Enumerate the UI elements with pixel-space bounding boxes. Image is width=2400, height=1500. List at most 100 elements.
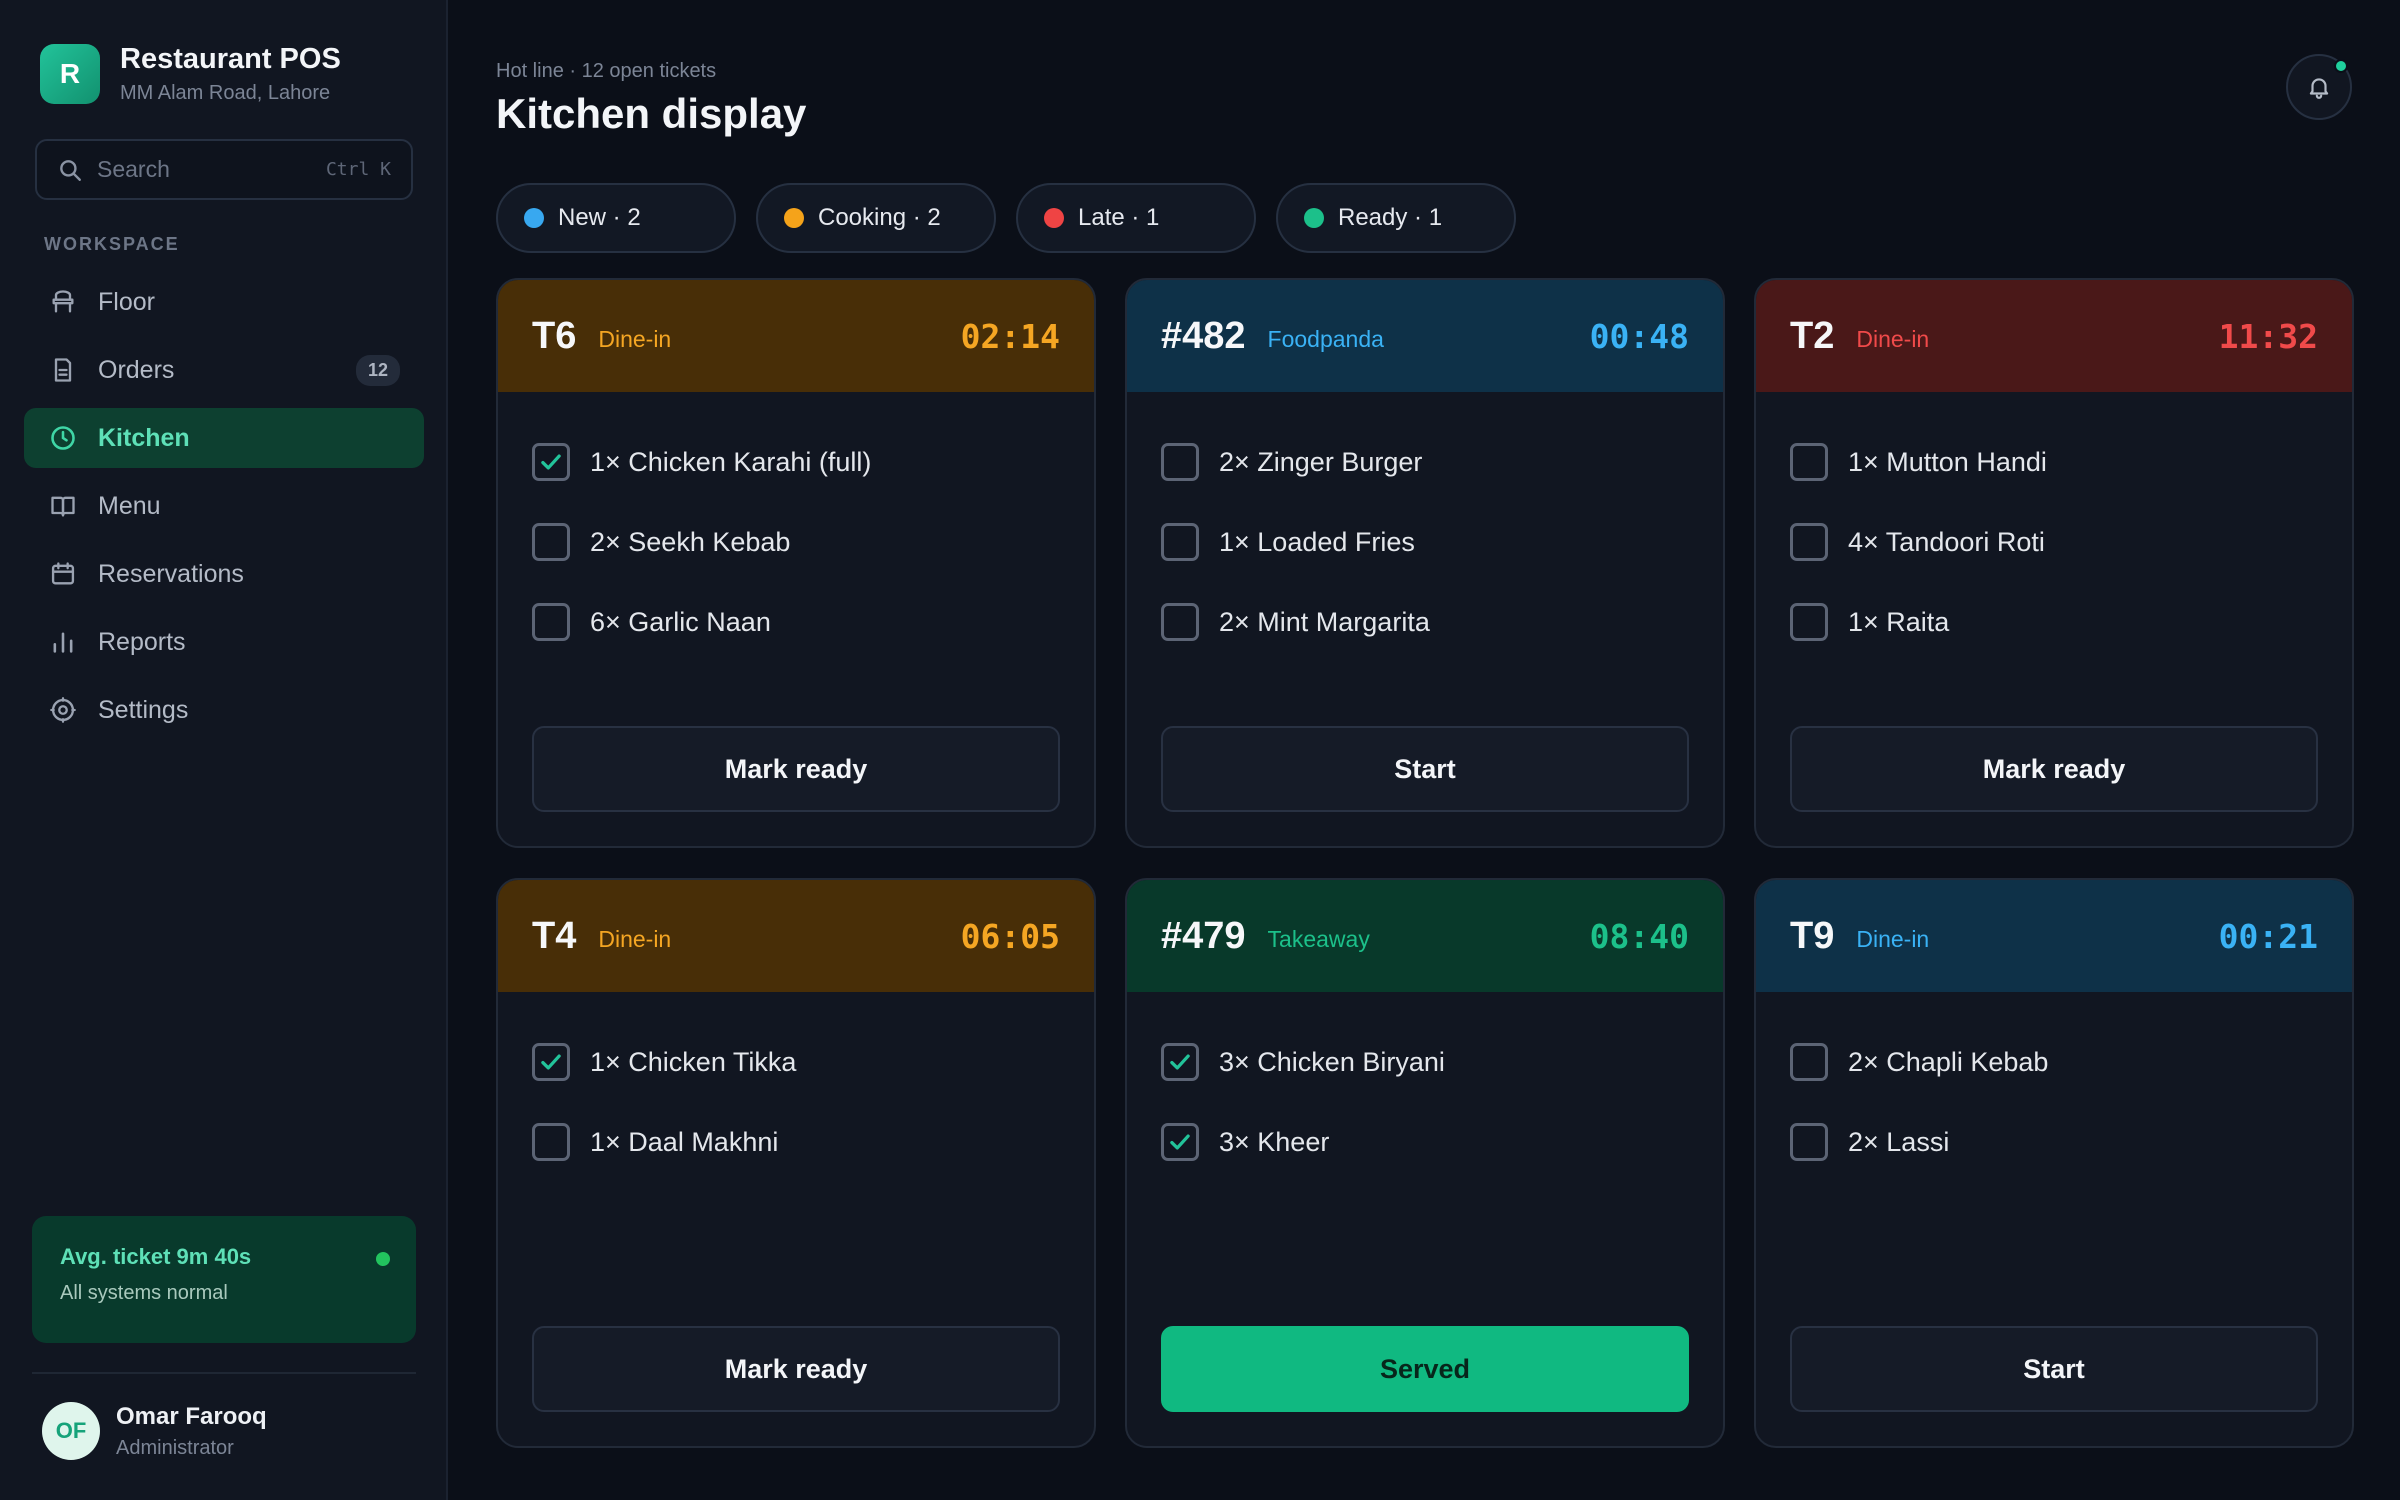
ticket-id: T4 — [532, 914, 577, 957]
sidebar-item-orders[interactable]: Orders 12 — [24, 340, 424, 400]
item-checkbox[interactable] — [1161, 1043, 1199, 1081]
ticket-type: Dine-in — [1856, 925, 1930, 952]
item-text: 1× Raita — [1848, 606, 1950, 637]
sidebar-item-menu[interactable]: Menu — [24, 476, 424, 536]
mark-ready-button[interactable]: Mark ready — [532, 1326, 1060, 1412]
ticket-type: Dine-in — [598, 325, 672, 352]
status-filters: New · 2 Cooking · 2 Late · 1 Ready · 1 — [496, 183, 1536, 253]
avatar: OF — [42, 1402, 100, 1460]
ticket-id: T9 — [1790, 914, 1835, 957]
ticket-header: T6 Dine-in 02:14 — [498, 280, 1094, 392]
item-checkbox[interactable] — [532, 523, 570, 561]
ticket-item: 1× Daal Makhni — [532, 1102, 1060, 1182]
user-name: Omar Farooq — [116, 1402, 267, 1430]
sidebar-item-label: Settings — [98, 695, 189, 724]
ticket-timer: 02:14 — [960, 316, 1060, 356]
item-checkbox[interactable] — [1790, 1123, 1828, 1161]
sidebar-item-label: Reservations — [98, 559, 244, 588]
ticket-card: #482 Foodpanda 00:48 2× Zinger Burger 1×… — [1125, 278, 1725, 848]
item-checkbox[interactable] — [1161, 603, 1199, 641]
item-text: 1× Daal Makhni — [590, 1126, 779, 1157]
workspace-label: WORKSPACE — [44, 234, 180, 254]
filter-late[interactable]: Late · 1 — [1016, 183, 1256, 253]
search-input[interactable]: Search Ctrl K — [35, 139, 413, 200]
mark-ready-button[interactable]: Mark ready — [532, 726, 1060, 812]
gear-icon — [48, 695, 78, 725]
item-checkbox[interactable] — [1790, 443, 1828, 481]
item-text: 4× Tandoori Roti — [1848, 526, 2045, 557]
sidebar-item-floor[interactable]: Floor — [24, 272, 424, 332]
page-title: Kitchen display — [496, 90, 807, 137]
item-checkbox[interactable] — [1790, 603, 1828, 641]
clock-icon — [48, 423, 78, 453]
sidebar-item-reservations[interactable]: Reservations — [24, 544, 424, 604]
ticket-timer: 06:05 — [960, 916, 1060, 956]
item-checkbox[interactable] — [1790, 1043, 1828, 1081]
item-checkbox[interactable] — [1161, 523, 1199, 561]
ticket-id: #479 — [1161, 914, 1246, 957]
chair-icon — [48, 287, 78, 317]
sidebar: R Restaurant POS MM Alam Road, Lahore Se… — [0, 0, 448, 1500]
sidebar-item-label: Kitchen — [98, 423, 190, 452]
sidebar-item-reports[interactable]: Reports — [24, 612, 424, 672]
filter-label: Late · 1 — [1078, 204, 1160, 231]
notifications-button[interactable] — [2286, 54, 2352, 120]
ticket-items: 1× Mutton Handi 4× Tandoori Roti 1× Rait… — [1756, 392, 2352, 662]
ticket-timer: 00:48 — [1589, 316, 1689, 356]
check-icon — [1170, 1134, 1190, 1150]
start-button[interactable]: Start — [1161, 726, 1689, 812]
item-checkbox[interactable] — [1161, 1123, 1199, 1161]
sidebar-nav: Floor Orders 12 Kitchen Menu Reservation… — [24, 272, 424, 748]
notification-dot — [2334, 59, 2348, 73]
ticket-type: Dine-in — [598, 925, 672, 952]
item-text: 1× Mutton Handi — [1848, 446, 2047, 477]
ticket-header: T9 Dine-in 00:21 — [1756, 880, 2352, 992]
ticket-items: 3× Chicken Biryani 3× Kheer — [1127, 992, 1723, 1182]
mark-ready-button[interactable]: Mark ready — [1790, 726, 2318, 812]
filter-label: Cooking · 2 — [818, 204, 941, 231]
ticket-type: Takeaway — [1267, 925, 1370, 952]
item-text: 2× Chapli Kebab — [1848, 1046, 2049, 1077]
ticket-item: 1× Mutton Handi — [1790, 422, 2318, 502]
sidebar-item-settings[interactable]: Settings — [24, 680, 424, 740]
calendar-icon — [48, 559, 78, 589]
ticket-item: 3× Kheer — [1161, 1102, 1689, 1182]
ticket-item: 1× Chicken Karahi (full) — [532, 422, 1060, 502]
filter-ready[interactable]: Ready · 1 — [1276, 183, 1516, 253]
item-checkbox[interactable] — [1790, 523, 1828, 561]
ticket-items: 1× Chicken Karahi (full) 2× Seekh Kebab … — [498, 392, 1094, 662]
ticket-card: T6 Dine-in 02:14 1× Chicken Karahi (full… — [496, 278, 1096, 848]
system-status-text: All systems normal — [60, 1282, 228, 1304]
ready-dot — [1304, 208, 1324, 228]
ticket-type: Dine-in — [1856, 325, 1930, 352]
item-checkbox[interactable] — [1161, 443, 1199, 481]
ticket-card: T4 Dine-in 06:05 1× Chicken Tikka 1× Daa… — [496, 878, 1096, 1448]
late-dot — [1044, 208, 1064, 228]
ticket-header: T2 Dine-in 11:32 — [1756, 280, 2352, 392]
sidebar-item-kitchen[interactable]: Kitchen — [24, 408, 424, 468]
filter-label: New · 2 — [558, 204, 641, 231]
item-checkbox[interactable] — [532, 443, 570, 481]
ticket-item: 2× Zinger Burger — [1161, 422, 1689, 502]
item-text: 1× Loaded Fries — [1219, 526, 1415, 557]
item-text: 2× Lassi — [1848, 1126, 1950, 1157]
book-icon — [48, 491, 78, 521]
ticket-item: 4× Tandoori Roti — [1790, 502, 2318, 582]
user-profile[interactable]: OF Omar Farooq Administrator — [42, 1402, 267, 1460]
search-shortcut: Ctrl K — [325, 159, 391, 180]
item-checkbox[interactable] — [532, 1043, 570, 1081]
served-button[interactable]: Served — [1161, 1326, 1689, 1412]
item-checkbox[interactable] — [532, 1123, 570, 1161]
item-text: 6× Garlic Naan — [590, 606, 771, 637]
filter-cooking[interactable]: Cooking · 2 — [756, 183, 996, 253]
item-text: 3× Kheer — [1219, 1126, 1330, 1157]
search-placeholder: Search — [97, 156, 170, 182]
ticket-item: 2× Chapli Kebab — [1790, 1022, 2318, 1102]
ticket-card: T2 Dine-in 11:32 1× Mutton Handi 4× Tand… — [1754, 278, 2354, 848]
ticket-item: 6× Garlic Naan — [532, 582, 1060, 662]
start-button[interactable]: Start — [1790, 1326, 2318, 1412]
filter-new[interactable]: New · 2 — [496, 183, 736, 253]
ticket-id: #482 — [1161, 314, 1246, 357]
item-checkbox[interactable] — [532, 603, 570, 641]
brand[interactable]: R Restaurant POS MM Alam Road, Lahore — [40, 43, 341, 105]
